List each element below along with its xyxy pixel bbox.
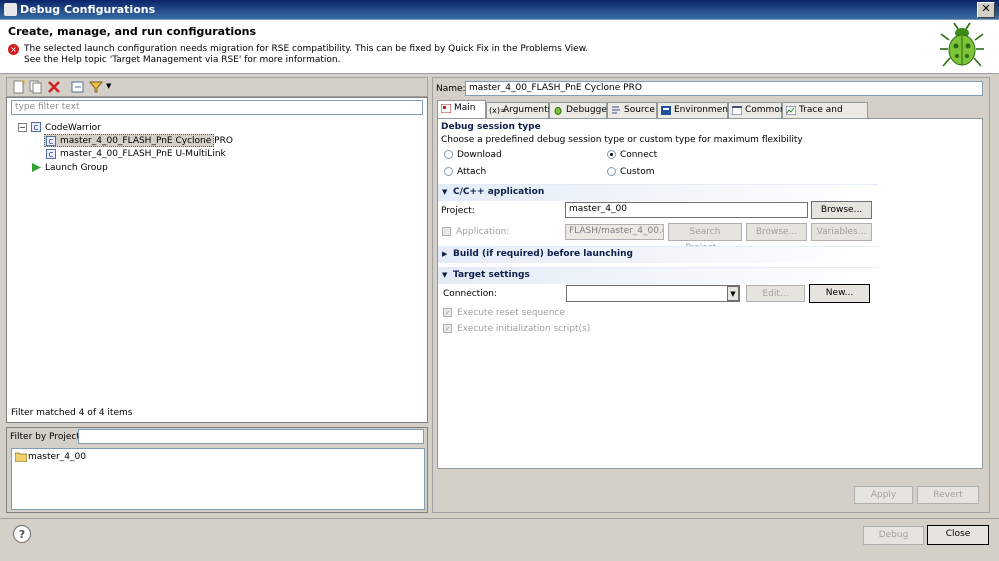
tab-main[interactable]: Main: [437, 100, 486, 119]
execute-reset-checkbox[interactable]: ✓: [443, 308, 452, 317]
apply-button[interactable]: Apply: [854, 486, 913, 504]
tab-common-label: Common: [745, 105, 786, 115]
collapse-all-icon[interactable]: [71, 80, 85, 94]
bug-banner-icon: [940, 22, 984, 67]
radio-attach-label: Attach: [457, 167, 487, 177]
cpp-application-section-header[interactable]: ▼ C/C++ application: [438, 184, 878, 201]
filter-status-text: Filter matched 4 of 4 items: [11, 408, 133, 418]
tab-trace-and-profile[interactable]: Trace and Profile: [782, 102, 868, 130]
filter-dropdown-icon[interactable]: ▼: [106, 82, 111, 90]
connection-new-button[interactable]: New...: [809, 284, 870, 303]
main-tab-icon: [441, 104, 451, 113]
radio-attach[interactable]: [444, 167, 453, 176]
tree-item-codewarrior[interactable]: CodeWarrior: [45, 122, 101, 134]
collapsed-arrow-icon: ▶: [442, 250, 448, 258]
tab-environment[interactable]: Environment: [657, 102, 732, 118]
source-tab-icon: [612, 106, 620, 114]
arguments-tab-icon: (x)=: [489, 106, 507, 115]
target-settings-title: Target settings: [453, 270, 530, 280]
cpp-application-title: C/C++ application: [453, 187, 545, 197]
filter-text-input[interactable]: type filter text: [11, 100, 423, 115]
application-input[interactable]: FLASH/master_4_00.elf: [565, 224, 664, 240]
new-config-icon[interactable]: [12, 80, 26, 94]
folder-icon: [15, 452, 27, 462]
left-toolbar: [6, 77, 428, 97]
execute-init-label: Execute initialization script(s): [457, 324, 591, 334]
connection-dropdown-icon[interactable]: ▼: [727, 286, 739, 301]
application-checkbox[interactable]: [442, 227, 451, 236]
radio-connect-label: Connect: [620, 150, 658, 160]
project-label: Project:: [441, 206, 475, 216]
radio-custom-label: Custom: [620, 167, 655, 177]
filter-by-project-label: Filter by Project:: [10, 432, 83, 442]
debug-session-description: Choose a predefined debug session type o…: [441, 135, 803, 145]
expand-arrow-icon: ▼: [442, 271, 448, 279]
launch-group-icon: [32, 163, 41, 172]
connection-label: Connection:: [443, 289, 497, 299]
window-close-button[interactable]: ✕: [977, 2, 995, 18]
footer-divider: [0, 518, 999, 519]
radio-download-label: Download: [457, 150, 502, 160]
common-tab-icon: [732, 106, 742, 115]
variables-button[interactable]: Variables...: [811, 223, 872, 241]
tree-collapse-toggle[interactable]: −: [18, 123, 27, 132]
tab-debugger-label: Debugger: [566, 105, 611, 115]
project-browse-button[interactable]: Browse...: [811, 201, 872, 219]
environment-tab-icon: [661, 106, 671, 115]
connection-select[interactable]: [566, 285, 740, 302]
header-message-line2: See the Help topic 'Target Management vi…: [24, 55, 341, 65]
name-label: Name:: [436, 84, 466, 94]
error-icon: ×: [8, 44, 19, 55]
connection-edit-button[interactable]: Edit...: [746, 285, 805, 302]
application-label: Application:: [456, 227, 510, 237]
target-settings-section-header[interactable]: ▼ Target settings: [438, 267, 878, 284]
window-title-bar: Debug Configurations ✕: [0, 0, 999, 20]
project-item[interactable]: master_4_00: [28, 451, 86, 463]
delete-config-icon[interactable]: [47, 80, 61, 94]
tree-item-u-multilink[interactable]: master_4_00_FLASH_PnE U-MultiLink: [60, 148, 226, 160]
execute-init-checkbox[interactable]: ✓: [443, 324, 452, 333]
header-message-line1: The selected launch configuration needs …: [24, 44, 589, 54]
tab-main-label: Main: [454, 103, 476, 113]
tab-source[interactable]: Source: [607, 102, 657, 118]
tab-debugger[interactable]: Debugger: [549, 102, 611, 118]
radio-custom[interactable]: [607, 167, 616, 176]
debug-session-title: Debug session type: [441, 122, 541, 132]
help-icon[interactable]: ?: [13, 525, 31, 543]
launch-config-icon: C: [46, 149, 56, 159]
tree-item-cyclone-pro[interactable]: master_4_00_FLASH_PnE Cyclone PRO: [60, 135, 233, 147]
dialog-header: Create, manage, and run configurations ×…: [0, 20, 999, 74]
debug-app-icon: [4, 3, 17, 16]
close-button[interactable]: Close: [927, 525, 989, 545]
build-section-title: Build (if required) before launching: [453, 249, 633, 259]
tree-item-launch-group[interactable]: Launch Group: [45, 162, 108, 174]
expand-arrow-icon: ▼: [442, 188, 448, 196]
config-name-input[interactable]: master_4_00_FLASH_PnE Cyclone PRO: [465, 81, 983, 96]
build-section-header[interactable]: ▶ Build (if required) before launching: [438, 246, 878, 263]
revert-button[interactable]: Revert: [917, 486, 979, 504]
launch-config-icon: C: [46, 136, 56, 146]
execute-reset-label: Execute reset sequence: [457, 308, 565, 318]
codewarrior-icon: C: [31, 122, 41, 132]
radio-connect[interactable]: [607, 150, 616, 159]
project-input[interactable]: master_4_00: [565, 202, 808, 218]
filter-by-project-input[interactable]: [78, 429, 424, 444]
debugger-tab-icon: [554, 107, 562, 115]
tab-arguments[interactable]: (x)= Arguments: [486, 102, 553, 118]
tab-source-label: Source: [624, 105, 655, 115]
filter-menu-icon[interactable]: [89, 80, 103, 94]
trace-tab-icon: [786, 106, 796, 115]
search-project-button[interactable]: Search Project...: [668, 223, 742, 253]
tab-common[interactable]: Common: [728, 102, 786, 118]
radio-download[interactable]: [444, 150, 453, 159]
application-browse-button[interactable]: Browse...: [746, 223, 807, 241]
tab-environment-label: Environment: [674, 105, 732, 115]
debug-button[interactable]: Debug: [863, 526, 924, 545]
duplicate-config-icon[interactable]: [29, 80, 43, 94]
dialog-heading: Create, manage, and run configurations: [8, 25, 257, 38]
tab-arguments-label: Arguments: [503, 105, 553, 115]
window-title: Debug Configurations: [20, 3, 156, 16]
